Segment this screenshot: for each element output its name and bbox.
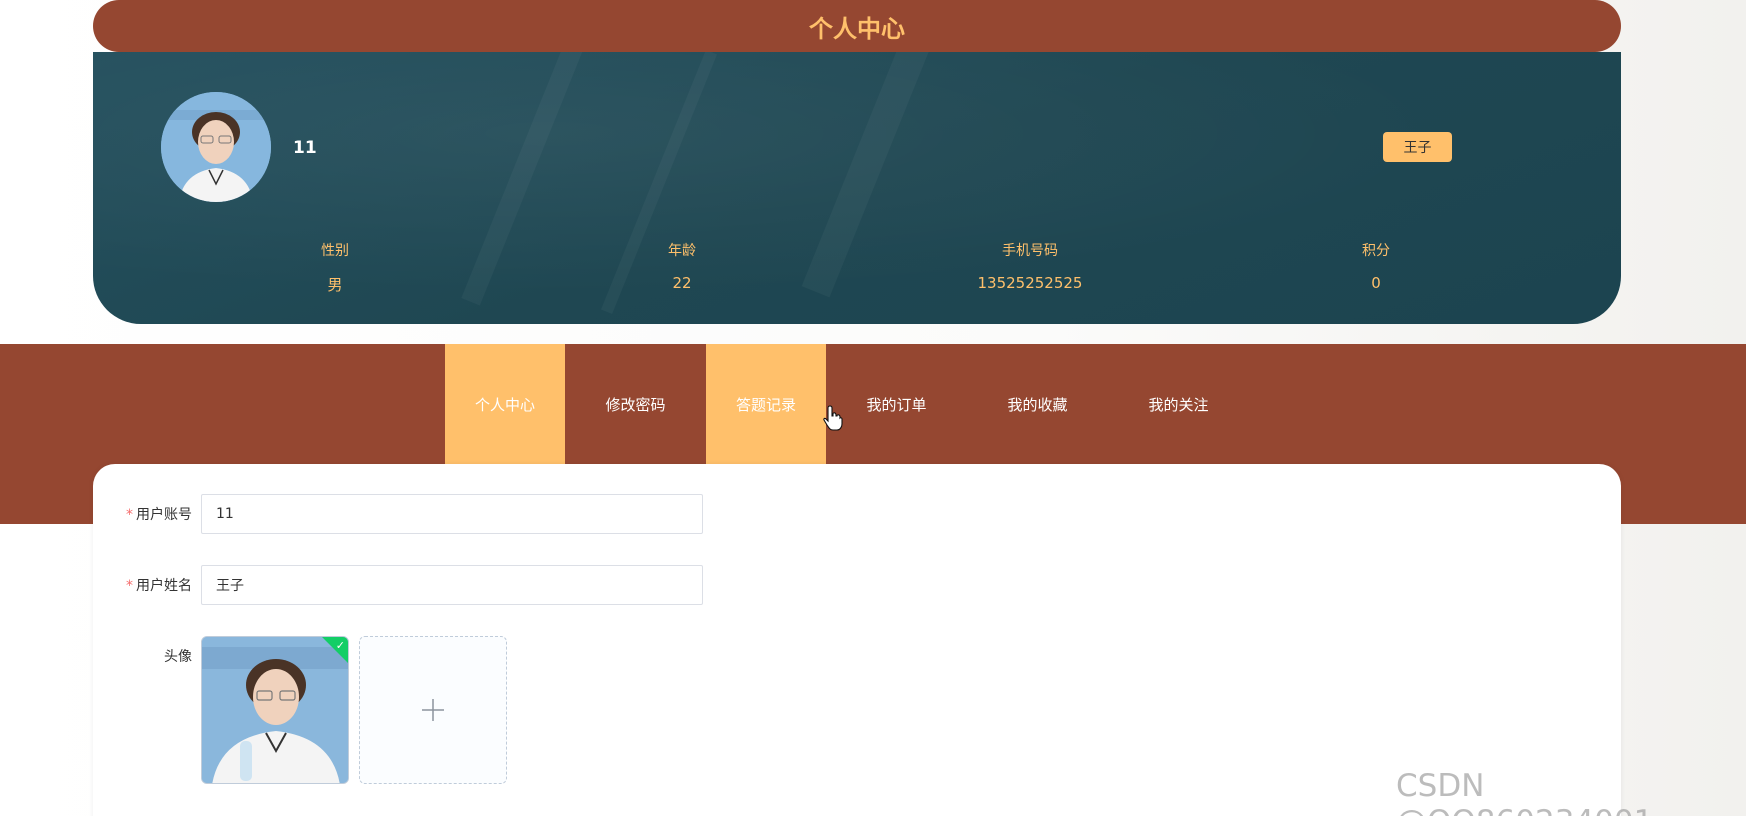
plus-icon [422, 699, 444, 721]
stat-label: 手机号码 [1002, 243, 1058, 259]
required-mark: * [126, 578, 133, 594]
page-header: 个人中心 [93, 0, 1621, 52]
hand-pointer-icon [823, 405, 843, 431]
stat-value: 22 [672, 274, 692, 292]
tab-my-orders[interactable]: 我的订单 [826, 344, 967, 464]
name-input[interactable]: 王子 [201, 565, 703, 605]
tab-my-favorites[interactable]: 我的收藏 [967, 344, 1108, 464]
stat-value: 13525252525 [977, 274, 1083, 292]
profile-form: * 用户账号 11 * 用户姓名 王子 头像 ✓ [93, 464, 1621, 816]
form-row-account: * 用户账号 11 [93, 494, 703, 534]
decor-streak [801, 52, 935, 298]
stat-gender: 性别 男 [235, 240, 435, 295]
check-icon: ✓ [335, 639, 345, 652]
decor-streak [461, 52, 585, 306]
account-label: * 用户账号 [93, 504, 201, 524]
avatar-label: 头像 [164, 649, 192, 665]
page-title: 个人中心 [809, 14, 905, 43]
account-label-text: 用户账号 [136, 507, 192, 523]
avatar-thumbnail[interactable]: ✓ [201, 636, 349, 784]
stat-label: 积分 [1362, 243, 1390, 259]
avatar-upload-button[interactable] [359, 636, 507, 784]
name-label-text: 用户姓名 [136, 578, 192, 594]
tab-answer-records[interactable]: 答题记录 [706, 344, 826, 464]
stat-value: 男 [327, 276, 343, 294]
stat-age: 年龄 22 [582, 240, 782, 292]
avatar-photo-icon [161, 92, 271, 202]
stat-label: 年龄 [668, 243, 696, 259]
avatar-photo-icon [202, 637, 348, 783]
user-avatar [161, 92, 271, 202]
role-badge: 王子 [1383, 132, 1452, 162]
tab-profile[interactable]: 个人中心 [445, 344, 565, 464]
stat-points: 积分 0 [1276, 240, 1476, 292]
stat-value: 0 [1371, 274, 1381, 292]
stat-phone: 手机号码 13525252525 [930, 240, 1130, 292]
watermark: CSDN @QQ860234001 [1396, 768, 1653, 816]
form-row-name: * 用户姓名 王子 [93, 565, 703, 605]
nav-tabs: 个人中心 修改密码 答题记录 我的订单 我的收藏 我的关注 [445, 344, 1249, 464]
required-mark: * [126, 507, 133, 523]
profile-username: 11 [293, 138, 317, 158]
tab-change-password[interactable]: 修改密码 [565, 344, 706, 464]
stat-label: 性别 [321, 243, 349, 259]
account-input[interactable]: 11 [201, 494, 703, 534]
name-label: * 用户姓名 [93, 575, 201, 595]
profile-card: 11 王子 性别 男 年龄 22 手机号码 13525252525 积分 0 [93, 52, 1621, 324]
tab-my-follows[interactable]: 我的关注 [1108, 344, 1249, 464]
